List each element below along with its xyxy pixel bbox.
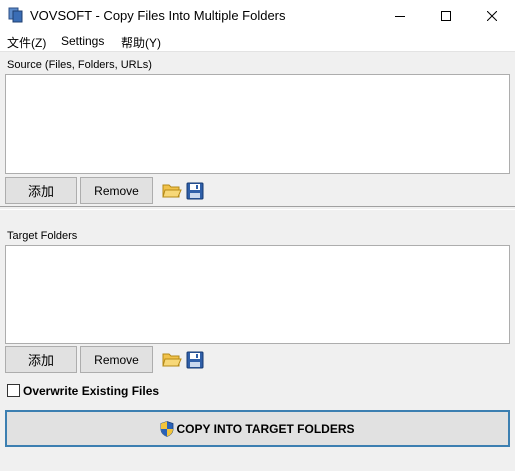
close-icon[interactable] bbox=[469, 0, 515, 31]
folder-open-icon[interactable] bbox=[161, 180, 183, 202]
menu-settings[interactable]: Settings bbox=[61, 34, 104, 48]
overwrite-checkbox[interactable] bbox=[7, 384, 20, 397]
maximize-icon[interactable] bbox=[423, 0, 469, 31]
title-bar: VOVSOFT - Copy Files Into Multiple Folde… bbox=[0, 0, 515, 31]
target-label: Target Folders bbox=[7, 230, 78, 242]
source-add-button[interactable]: 添加 bbox=[5, 177, 77, 204]
target-add-button[interactable]: 添加 bbox=[5, 346, 77, 373]
source-label: Source (Files, Folders, URLs) bbox=[7, 59, 152, 71]
floppy-save-icon[interactable] bbox=[184, 349, 206, 371]
menu-file[interactable]: 文件(Z) bbox=[7, 34, 46, 51]
copy-button-label: COPY INTO TARGET FOLDERS bbox=[176, 421, 355, 436]
uac-shield-icon bbox=[160, 420, 174, 437]
window-title: VOVSOFT - Copy Files Into Multiple Folde… bbox=[30, 8, 286, 23]
copy-files-app-icon bbox=[8, 7, 24, 23]
target-remove-button[interactable]: Remove bbox=[80, 346, 153, 373]
copy-into-target-folders-button[interactable]: COPY INTO TARGET FOLDERS bbox=[5, 410, 510, 447]
floppy-save-icon[interactable] bbox=[184, 180, 206, 202]
source-remove-button[interactable]: Remove bbox=[80, 177, 153, 204]
minimize-icon[interactable] bbox=[377, 0, 423, 31]
target-list[interactable] bbox=[5, 245, 510, 344]
source-panel: Source (Files, Folders, URLs) 添加 Remove bbox=[0, 51, 515, 206]
overwrite-label[interactable]: Overwrite Existing Files bbox=[23, 384, 159, 398]
source-list[interactable] bbox=[5, 74, 510, 174]
menu-help[interactable]: 帮助(Y) bbox=[121, 34, 161, 51]
menu-bar: 文件(Z) Settings 帮助(Y) bbox=[0, 31, 515, 51]
folder-open-icon[interactable] bbox=[161, 349, 183, 371]
